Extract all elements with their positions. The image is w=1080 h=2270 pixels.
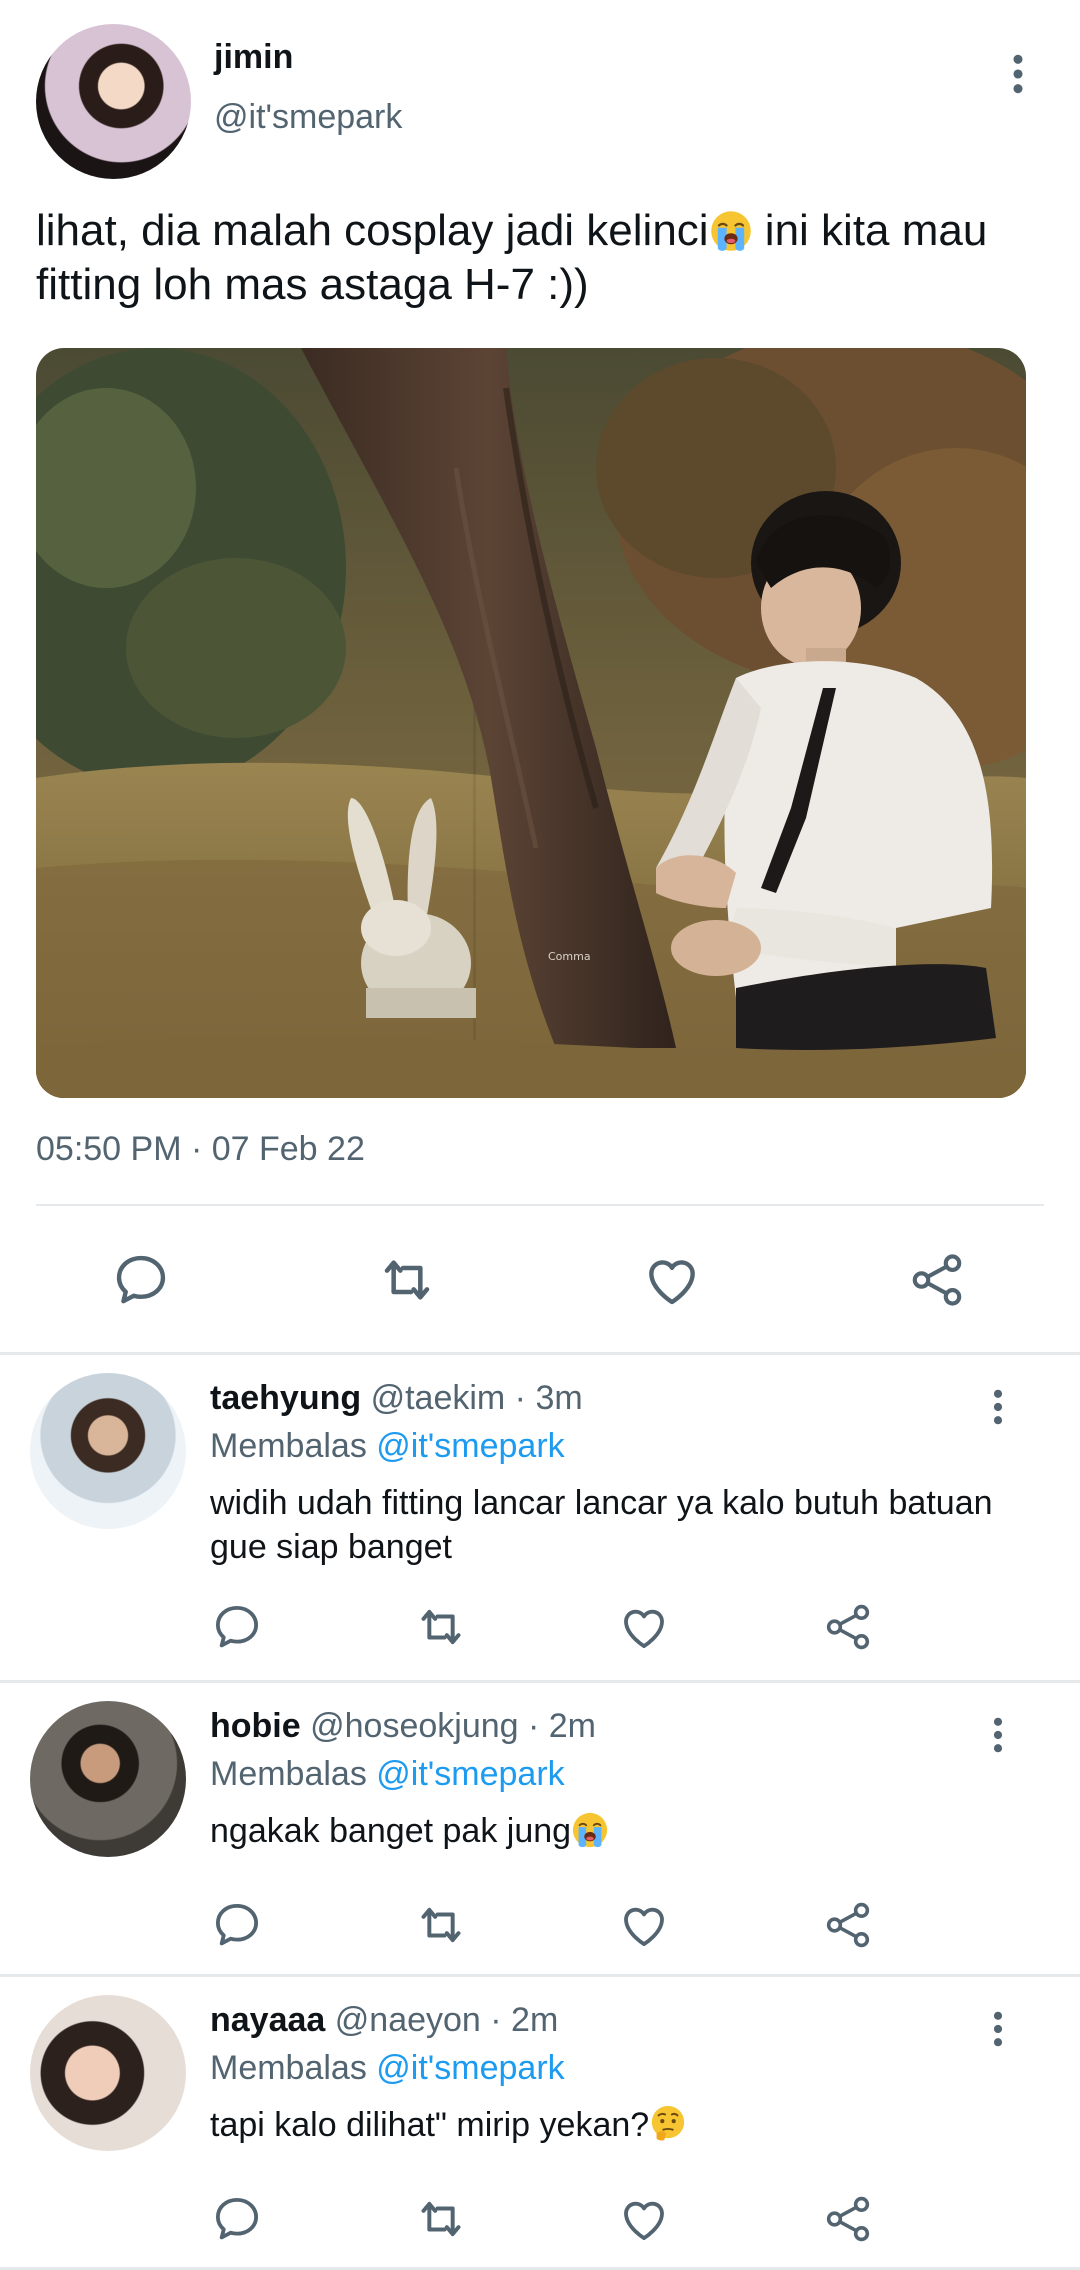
tweet-text: lihat, dia malah cosplay jadi kelinci in…	[36, 204, 1056, 312]
heart-icon	[617, 1600, 671, 1654]
tweet-timestamp: 05:50 PM · 07 Feb 22	[36, 1130, 365, 1168]
retweet-icon	[375, 1248, 439, 1312]
avatar[interactable]	[30, 1995, 186, 2151]
reply-button[interactable]	[205, 2187, 269, 2251]
author-name[interactable]: jimin	[214, 38, 293, 77]
reply-icon	[110, 1249, 172, 1311]
author-name[interactable]: taehyung	[210, 1379, 361, 1417]
replying-label: Membalas	[210, 1755, 377, 1793]
main-tweet: jimin @it'smepark lihat, dia malah cospl…	[0, 0, 1080, 1352]
avatar[interactable]	[30, 1701, 186, 1857]
reply-text-content: ngakak banget pak jung	[210, 1812, 572, 1850]
divider	[36, 1204, 1044, 1206]
more-vertical-icon	[1011, 54, 1025, 94]
share-button[interactable]	[816, 1893, 880, 1957]
share-button[interactable]	[816, 1595, 880, 1659]
replying-to: Membalas @it'smepark	[210, 1427, 565, 1466]
loudly-crying-face-icon	[709, 209, 753, 253]
mention-link[interactable]: @it'smepark	[376, 1755, 564, 1793]
like-button[interactable]	[612, 1595, 676, 1659]
reply-tweet[interactable]: taehyung @taekim · 3m Membalas @it'smepa…	[0, 1355, 1080, 1680]
replying-to: Membalas @it'smepark	[210, 2049, 565, 2088]
reply-icon	[210, 2192, 264, 2246]
heart-icon	[617, 2192, 671, 2246]
more-vertical-icon	[992, 2011, 1004, 2047]
avatar[interactable]	[36, 24, 191, 179]
author-handle-time: @hoseokjung · 2m	[300, 1707, 596, 1745]
retweet-button[interactable]	[409, 2187, 473, 2251]
author-handle-time: @naeyon · 2m	[325, 2001, 559, 2039]
more-vertical-icon	[992, 1389, 1004, 1425]
share-button[interactable]	[902, 1240, 972, 1320]
retweet-button[interactable]	[409, 1893, 473, 1957]
author-handle-time: @taekim · 3m	[361, 1379, 583, 1417]
share-button[interactable]	[816, 2187, 880, 2251]
share-icon	[821, 1600, 875, 1654]
reply-header: hobie @hoseokjung · 2m	[210, 1707, 596, 1746]
more-options-button[interactable]	[998, 44, 1038, 104]
more-options-button[interactable]	[978, 1705, 1018, 1765]
reply-icon	[210, 1600, 264, 1654]
like-button[interactable]	[637, 1240, 707, 1320]
reply-action-bar	[0, 1595, 1080, 1659]
like-button[interactable]	[612, 1893, 676, 1957]
more-options-button[interactable]	[978, 1377, 1018, 1437]
mention-link[interactable]: @it'smepark	[376, 2049, 564, 2087]
replying-label: Membalas	[210, 1427, 377, 1465]
reply-tweet[interactable]: nayaaa @naeyon · 2m Membalas @it'smepark…	[0, 1977, 1080, 2267]
retweet-icon	[413, 2191, 469, 2247]
author-name[interactable]: nayaaa	[210, 2001, 325, 2039]
reply-text: tapi kalo dilihat" mirip yekan?	[210, 2103, 1030, 2147]
reply-button[interactable]	[205, 1893, 269, 1957]
reply-header: nayaaa @naeyon · 2m	[210, 2001, 558, 2040]
avatar[interactable]	[30, 1373, 186, 1529]
more-vertical-icon	[992, 1717, 1004, 1753]
share-icon	[821, 1898, 875, 1952]
heart-icon	[617, 1898, 671, 1952]
retweet-button[interactable]	[409, 1595, 473, 1659]
reply-text: widih udah fitting lancar lancar ya kalo…	[210, 1484, 993, 1566]
reply-button[interactable]	[205, 1595, 269, 1659]
image-watermark: Comma	[548, 950, 591, 963]
heart-icon	[641, 1249, 703, 1311]
retweet-icon	[413, 1599, 469, 1655]
author-name[interactable]: hobie	[210, 1707, 301, 1745]
replying-label: Membalas	[210, 2049, 377, 2087]
tweet-text-part-1: lihat, dia malah cosplay jadi kelinci	[36, 206, 709, 255]
reply-header: taehyung @taekim · 3m	[210, 1379, 583, 1418]
mention-link[interactable]: @it'smepark	[376, 1427, 564, 1465]
tweet-media-image[interactable]: Comma	[36, 348, 1026, 1098]
reply-icon	[210, 1898, 264, 1952]
retweet-icon	[413, 1897, 469, 1953]
more-options-button[interactable]	[978, 1999, 1018, 2059]
like-button[interactable]	[612, 2187, 676, 2251]
reply-text: ngakak banget pak jung	[210, 1809, 1030, 1853]
author-handle[interactable]: @it'smepark	[214, 98, 402, 137]
tweet-detail-page: jimin @it'smepark lihat, dia malah cospl…	[0, 0, 1080, 2270]
garden-photo: Comma	[36, 348, 1026, 1098]
reply-text-content: tapi kalo dilihat" mirip yekan?	[210, 2106, 650, 2144]
retweet-button[interactable]	[372, 1240, 442, 1320]
share-icon	[906, 1249, 968, 1311]
reply-tweet[interactable]: hobie @hoseokjung · 2m Membalas @it'smep…	[0, 1683, 1080, 1974]
share-icon	[821, 2192, 875, 2246]
reply-action-bar	[0, 1893, 1080, 1957]
tweet-action-bar	[0, 1240, 1080, 1320]
replying-to: Membalas @it'smepark	[210, 1755, 565, 1794]
loudly-crying-face-icon	[571, 1811, 609, 1849]
reply-action-bar	[0, 2187, 1080, 2251]
thinking-face-icon	[649, 2105, 687, 2143]
reply-button[interactable]	[106, 1240, 176, 1320]
